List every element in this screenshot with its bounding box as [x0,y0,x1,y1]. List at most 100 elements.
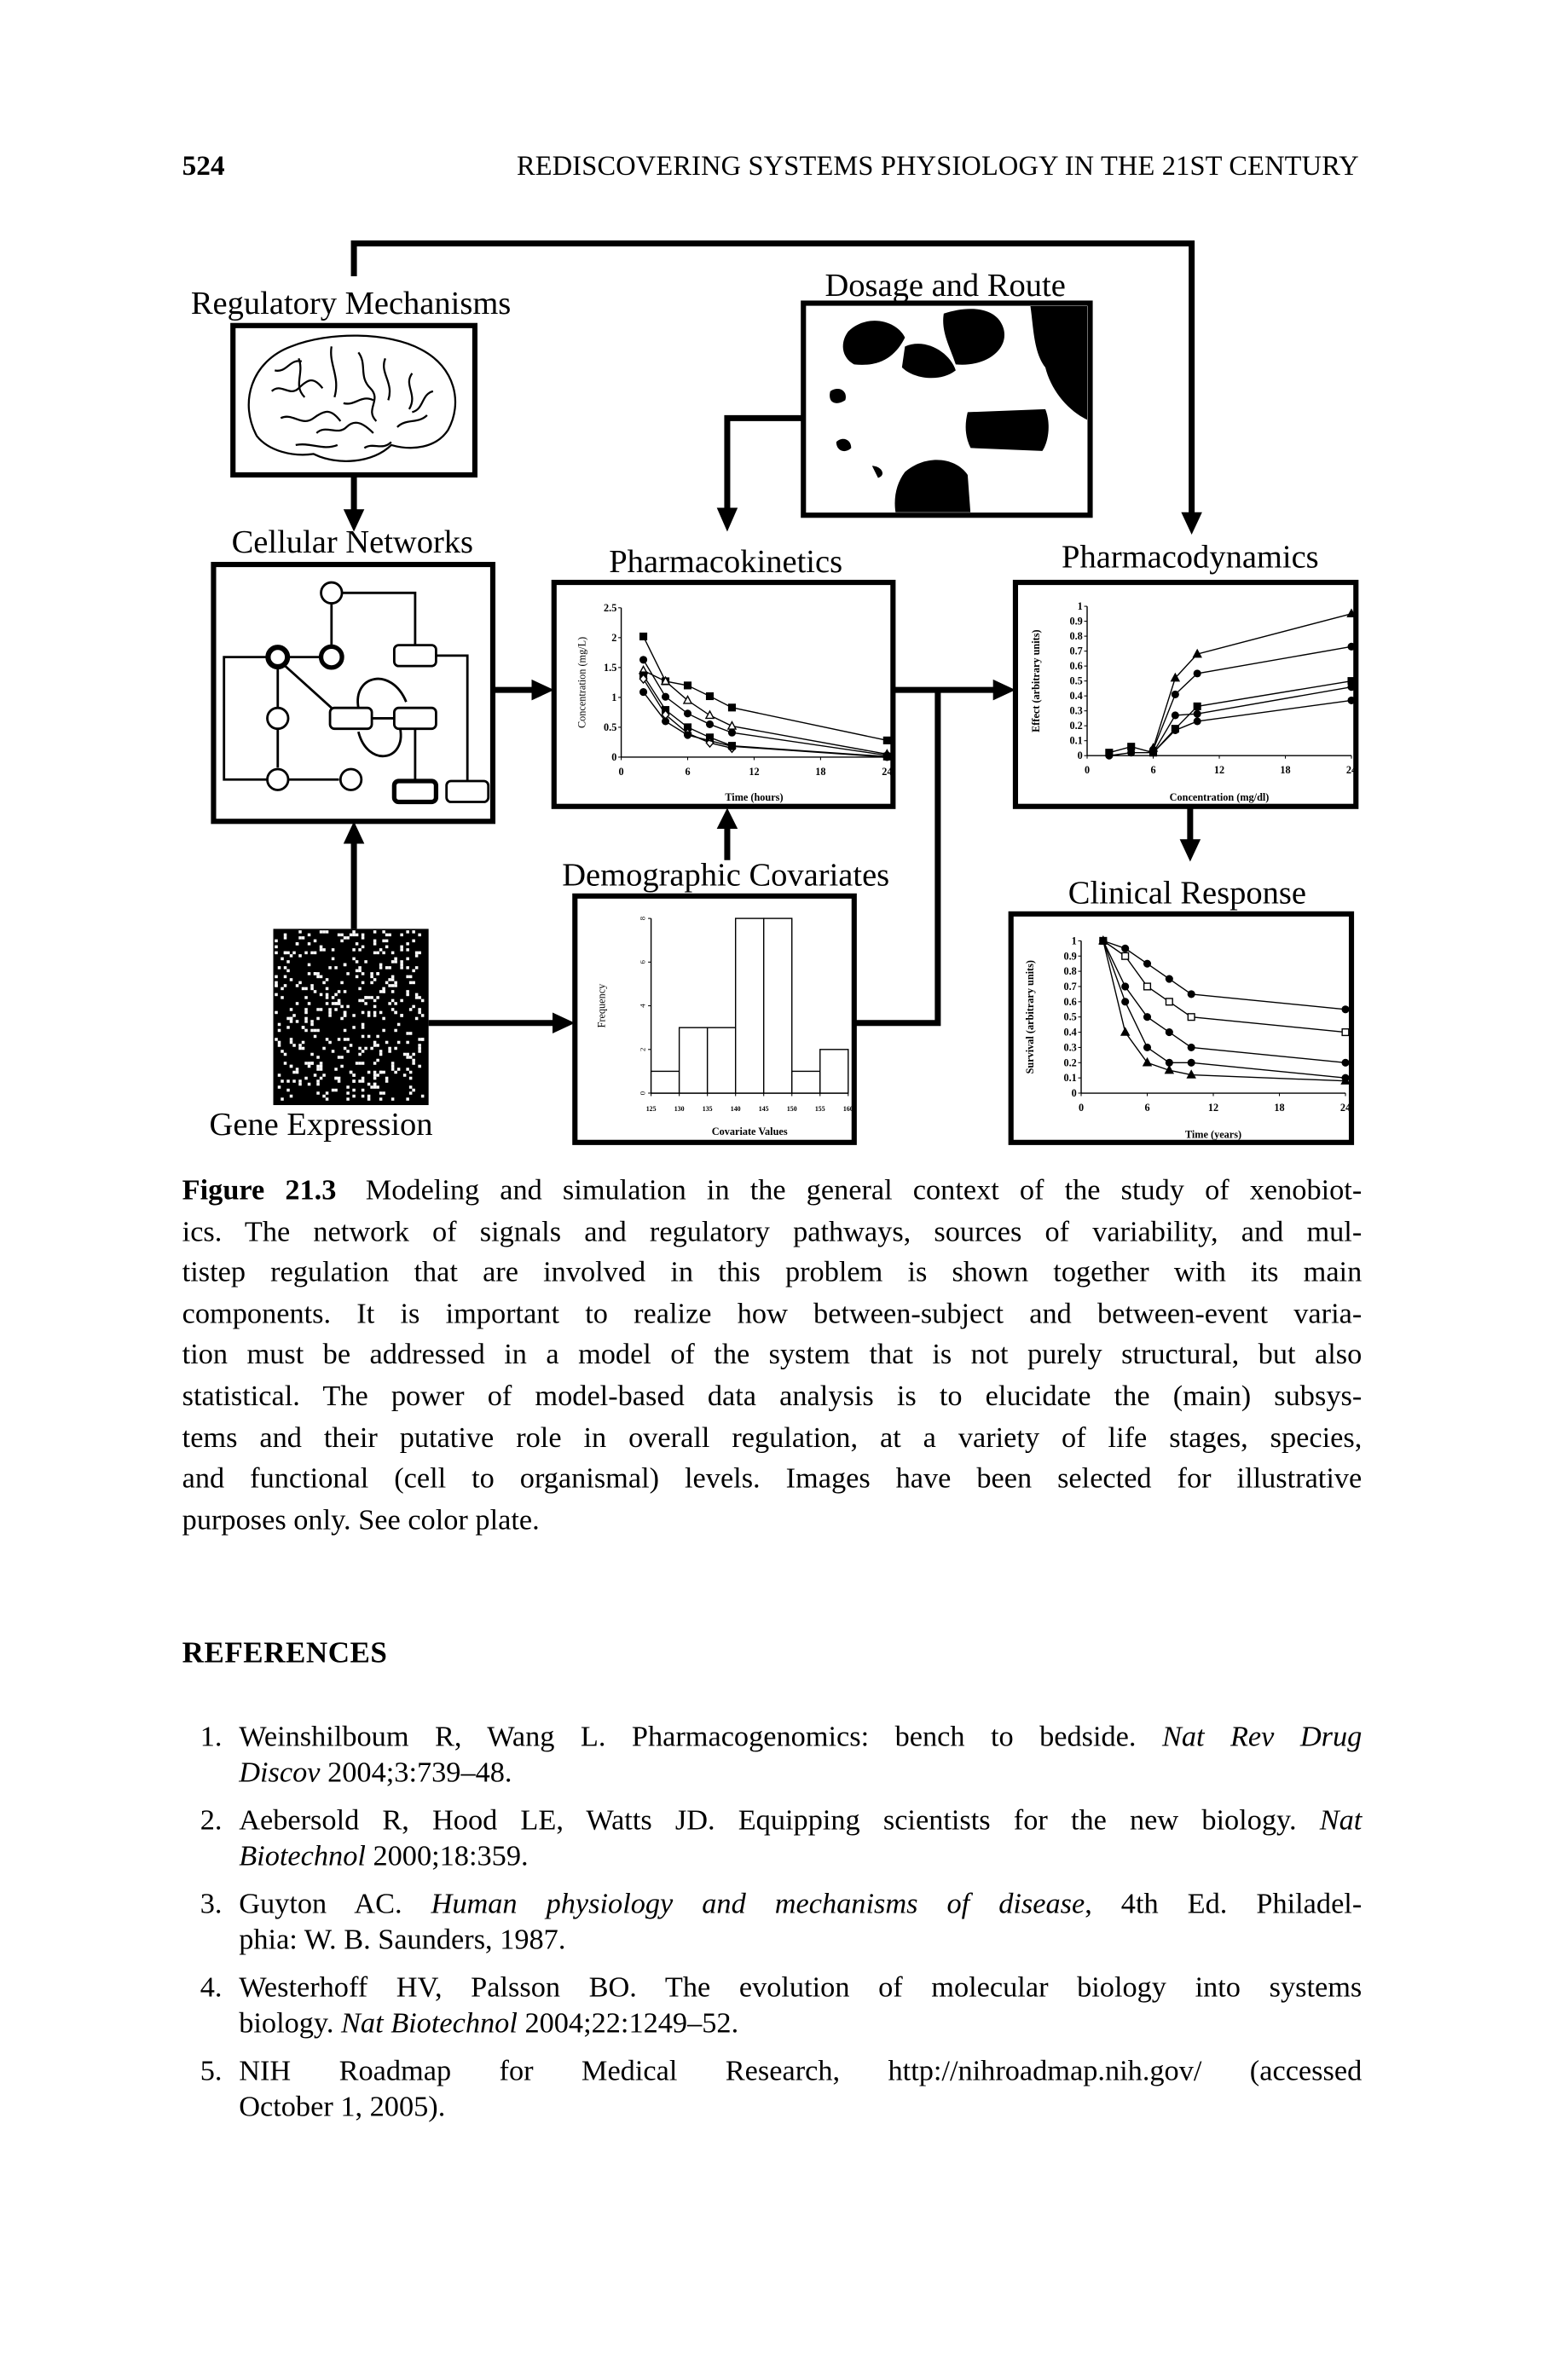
microarray-spot [352,933,356,937]
microarray-spot [406,1032,409,1035]
microarray-spot [298,954,302,958]
x-tick-label: 160 [843,1105,853,1113]
data-point [1143,1013,1152,1021]
histogram-bar [819,1049,849,1094]
microarray-spot [331,1002,335,1005]
microarray-spot [307,1002,311,1005]
microarray-spot [292,1014,296,1017]
microarray-spot [310,1028,314,1033]
microarray-spot [367,1070,371,1074]
microarray-spot [352,1074,356,1077]
microarray-spot [406,990,409,993]
microarray-spot [385,1079,389,1083]
microarray-spot [334,1008,338,1011]
microarray-spot [385,933,389,937]
microarray-spot [352,930,356,934]
microarray-spot [391,960,395,964]
y-tick-label: 1 [611,692,616,703]
cellular-network-diagram [223,581,490,805]
x-axis-label: Time (hours) [725,791,783,803]
y-tick-label: 0.8 [1069,630,1082,642]
microarray-spot [307,1082,311,1086]
y-tick-label: 0.3 [1063,1041,1076,1053]
y-tick-label: 0.7 [1069,645,1082,657]
microarray-spot [275,993,278,997]
figure-21-3: Regulatory Mechanisms Dosage and Route C… [191,240,1359,1145]
microarray-spot [346,1050,350,1053]
node-circle [265,645,291,670]
microarray-spot [412,1004,415,1009]
microarray-spot [367,1034,371,1039]
microarray-spot [361,936,365,940]
references-list: 1. Weinshilboum R, Wang L. Pharmacogenomi… [182,1721,1363,2138]
microarray-spot [388,978,391,981]
microarray-spot [376,1034,379,1039]
microarray-spot [295,1070,299,1074]
microarray-spot [358,987,362,991]
microarray-spot [328,1040,332,1045]
series-line [1148,608,1357,752]
microarray-spot [304,996,308,999]
reference-text: phia: W. B. Saunders, 1987. [239,1924,566,1957]
microarray-spot [275,1038,278,1041]
reference-number: 3. [200,1889,223,1921]
microarray-spot [355,942,359,946]
microarray-spot [304,1076,308,1080]
reference-text: Guyton AC. [239,1889,431,1921]
microarray-spot [310,1022,314,1027]
microarray-spot [337,1002,341,1005]
chart-pk: 0 0.5 1 1.5 2 2.5 0 6 12 18 24 Time (hours) Concentr… [576,602,893,803]
data-point [1171,690,1179,698]
label-dosage-route: Dosage and Route [825,268,1065,304]
microarray-spot [391,1064,395,1068]
microarray-spot [319,930,323,934]
data-point [882,753,891,761]
microarray-spot [391,1062,395,1065]
microarray-spot [379,1052,383,1056]
microarray-spot [275,1010,278,1015]
microarray-spot [289,1016,293,1021]
microarray-spot [364,1002,367,1005]
microarray-spot [406,930,409,934]
microarray-spot [331,1050,335,1053]
y-tick-label: 0.6 [1063,996,1076,1008]
y-tick-label: 0.8 [1063,965,1076,977]
microarray-spot [286,1088,290,1092]
label-pharmacodynamics: Pharmacodynamics [1062,540,1319,576]
microarray-spot [361,945,365,949]
microarray-spot [283,984,287,987]
microarray-spot [394,981,397,985]
microarray-spot [400,963,403,967]
microarray-spot [343,1014,347,1017]
histogram-bar [734,917,765,1094]
microarray-spot [334,1076,338,1080]
microarray-spot [394,1028,397,1033]
microarray-spot [373,939,377,943]
microarray-spot [376,1044,379,1047]
microarray-spot [376,972,379,975]
microarray-spot [316,1068,320,1071]
microarray-spot [343,1038,347,1041]
data-point [1193,717,1201,726]
microarray-spot [286,1026,290,1029]
microarray-spot [355,969,359,973]
microarray-spot [322,930,326,934]
gene-expression-microarray [273,929,429,1106]
microarray-spot [379,1091,383,1095]
microarray-spot [391,1068,395,1071]
y-tick-label: 0 [1078,749,1083,761]
microarray-spot [355,975,359,979]
microarray-spot [373,1040,377,1045]
microarray-spot [346,1038,350,1041]
microarray-spot [370,972,373,975]
microarray-spot [361,981,365,985]
microarray-spot [358,998,362,1003]
microarray-spot [385,981,389,985]
microarray-spot [379,1010,383,1015]
chart-hist: 0 2 4 6 8 125 130 135 140 145 150 155 160 Covariate V… [595,916,853,1137]
microarray-spot [313,1034,317,1039]
microarray-spot [325,930,329,934]
y-tick-label: 0.1 [1063,1072,1076,1084]
microarray-spot [328,1010,332,1015]
microarray-spot [367,1097,371,1101]
